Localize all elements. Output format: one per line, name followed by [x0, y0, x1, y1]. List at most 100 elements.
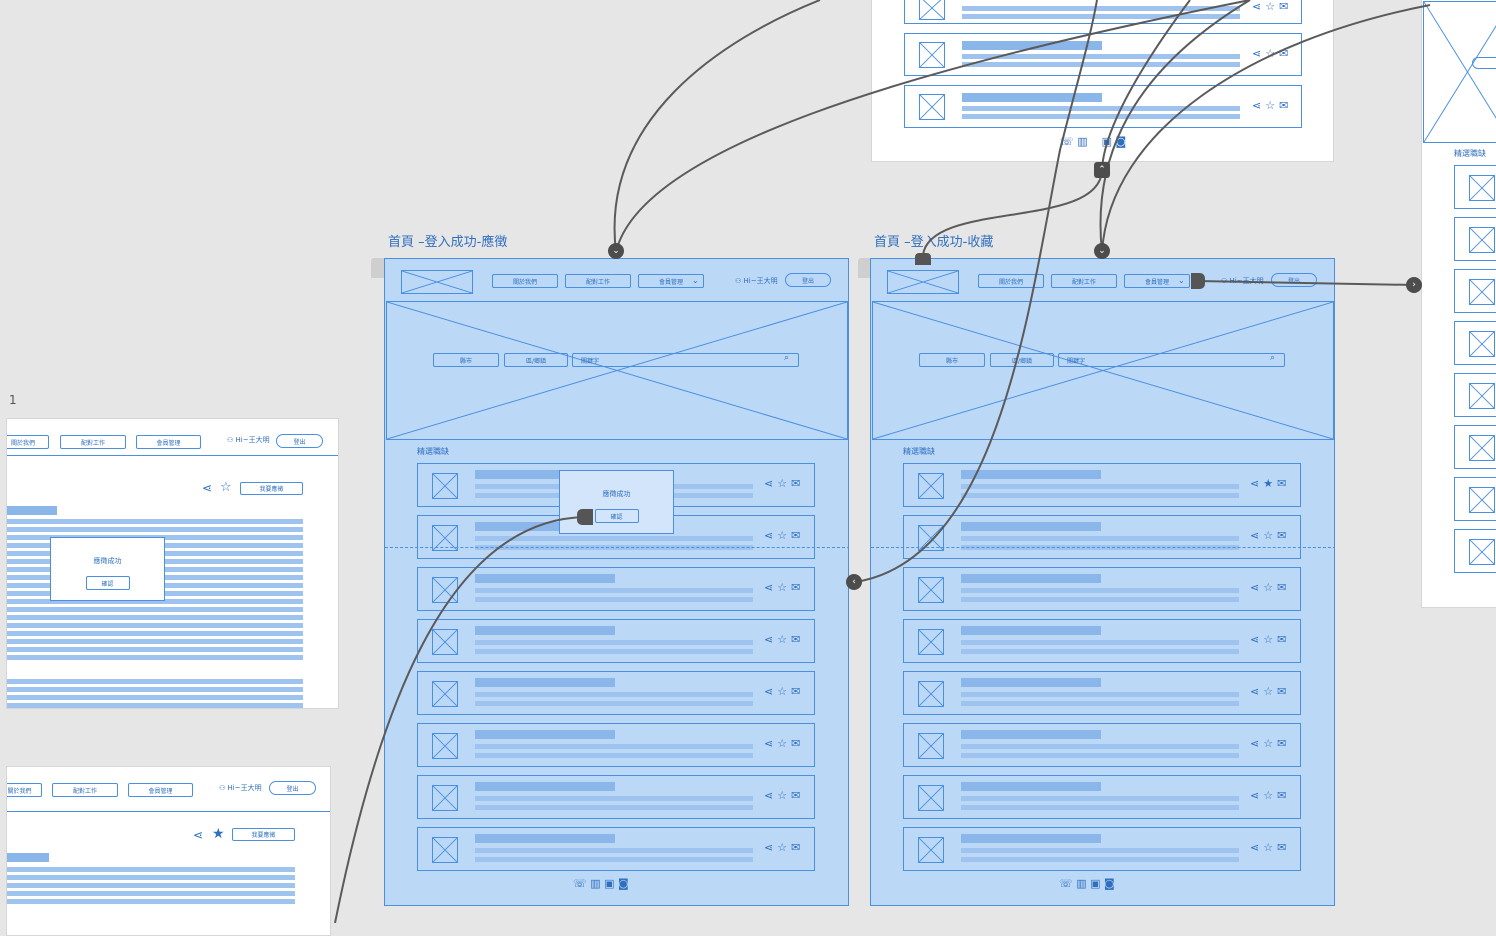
search-icon[interactable]: ⌕: [784, 353, 789, 363]
nav-about[interactable]: 關於我們: [7, 783, 42, 797]
star-icon[interactable]: ☆: [1263, 737, 1273, 750]
connector-handle[interactable]: ⌃: [1094, 162, 1110, 178]
share-icon[interactable]: ⋖: [764, 789, 773, 802]
card-actions[interactable]: ⋖ ☆ ✉: [1250, 529, 1286, 542]
star-icon[interactable]: ☆: [220, 480, 232, 495]
mail-icon[interactable]: ✉: [791, 633, 800, 646]
logout-button[interactable]: 登出: [1271, 273, 1317, 287]
keyword-input[interactable]: 關鍵字: [1058, 353, 1285, 367]
connector-handle[interactable]: ⌄: [1094, 243, 1110, 259]
nav-about[interactable]: 關於我們: [7, 435, 49, 449]
job-card[interactable]: [1454, 217, 1496, 261]
share-icon[interactable]: ⋖: [764, 633, 773, 646]
logout-button[interactable]: 登出: [276, 434, 323, 448]
share-icon[interactable]: ⋖: [764, 841, 773, 854]
confirm-button[interactable]: 確認: [85, 576, 130, 590]
frame-top-partial[interactable]: ⋖ ☆ ✉ ⋖ ☆ ✉ ⋖ ☆ ✉ ☏ ▥ ▣ ◙: [871, 0, 1334, 162]
job-card[interactable]: ⋖ ☆ ✉: [417, 827, 815, 871]
connector-handle[interactable]: ‹: [846, 574, 862, 590]
job-card[interactable]: ⋖ ★ ✉: [903, 463, 1301, 507]
mail-icon[interactable]: ✉: [1279, 0, 1288, 13]
frame-right-partial[interactable]: 精選職缺: [1421, 0, 1496, 608]
star-icon[interactable]: ☆: [777, 789, 787, 802]
mail-icon[interactable]: ✉: [1277, 789, 1286, 802]
card-actions[interactable]: ⋖ ☆ ✉: [764, 633, 800, 646]
mail-icon[interactable]: ✉: [791, 841, 800, 854]
frame-left-top[interactable]: 關於我們 配對工作 會員管理 ⚇ Hi~王大明 登出 ⋖ ☆ 我要應徵 應徵成功…: [6, 418, 339, 709]
mail-icon[interactable]: ✉: [791, 581, 800, 594]
job-card[interactable]: [1454, 321, 1496, 365]
nav-member[interactable]: 會員管理: [128, 783, 193, 797]
star-icon[interactable]: ☆: [777, 685, 787, 698]
star-filled-icon[interactable]: ★: [1263, 477, 1273, 490]
nav-match[interactable]: 配對工作: [60, 435, 126, 449]
nav-match[interactable]: 配對工作: [1051, 274, 1117, 288]
share-icon[interactable]: ⋖: [1250, 529, 1259, 542]
card-actions[interactable]: ⋖ ☆ ✉: [1252, 47, 1288, 60]
star-filled-icon[interactable]: ★: [212, 826, 225, 842]
star-icon[interactable]: ☆: [1263, 841, 1273, 854]
job-card[interactable]: ⋖ ☆ ✉: [417, 775, 815, 819]
card-actions[interactable]: ⋖ ★ ✉: [1250, 477, 1286, 490]
share-icon[interactable]: ⋖: [1252, 47, 1261, 60]
share-icon[interactable]: ⋖: [1250, 633, 1259, 646]
mail-icon[interactable]: ✉: [1277, 529, 1286, 542]
star-icon[interactable]: ☆: [1265, 99, 1275, 112]
job-card[interactable]: [1454, 477, 1496, 521]
job-card[interactable]: [1454, 425, 1496, 469]
city-select[interactable]: 縣市: [433, 353, 499, 367]
card-actions[interactable]: ⋖ ☆ ✉: [1250, 841, 1286, 854]
mail-icon[interactable]: ✉: [1277, 841, 1286, 854]
card-actions[interactable]: ⋖ ☆ ✉: [764, 581, 800, 594]
share-icon[interactable]: ⋖: [764, 477, 773, 490]
star-icon[interactable]: ☆: [777, 841, 787, 854]
share-icon[interactable]: ⋖: [1250, 685, 1259, 698]
connector-handle[interactable]: ›: [1406, 277, 1422, 293]
star-icon[interactable]: ☆: [1263, 581, 1273, 594]
share-icon[interactable]: ⋖: [764, 529, 773, 542]
share-icon[interactable]: ⋖: [1250, 477, 1259, 490]
keyword-input[interactable]: 關鍵字: [572, 353, 799, 367]
card-actions[interactable]: ⋖ ☆ ✉: [764, 789, 800, 802]
job-card[interactable]: ⋖ ☆ ✉: [903, 827, 1301, 871]
star-icon[interactable]: ☆: [1263, 685, 1273, 698]
job-card[interactable]: [1454, 269, 1496, 313]
star-icon[interactable]: ☆: [1263, 529, 1273, 542]
star-icon[interactable]: ☆: [1263, 633, 1273, 646]
district-select[interactable]: 區/鄉鎮: [504, 353, 568, 367]
share-icon[interactable]: ⋖: [764, 737, 773, 750]
card-actions[interactable]: ⋖ ☆ ✉: [764, 529, 800, 542]
star-icon[interactable]: ☆: [777, 529, 787, 542]
star-icon[interactable]: ☆: [777, 477, 787, 490]
mail-icon[interactable]: ✉: [1277, 737, 1286, 750]
share-icon[interactable]: ⋖: [764, 685, 773, 698]
job-card[interactable]: ⋖ ☆ ✉: [417, 671, 815, 715]
confirm-button[interactable]: 確認: [594, 509, 639, 523]
job-card[interactable]: [1454, 373, 1496, 417]
share-icon[interactable]: ⋖: [1252, 0, 1261, 13]
share-icon[interactable]: ⋖: [1252, 99, 1261, 112]
mail-icon[interactable]: ✉: [1277, 477, 1286, 490]
job-card[interactable]: ⋖ ☆ ✉: [903, 775, 1301, 819]
connector-plug[interactable]: [1191, 273, 1205, 289]
card-actions[interactable]: ⋖ ☆ ✉: [764, 841, 800, 854]
job-card[interactable]: [1454, 165, 1496, 209]
share-icon[interactable]: ⋖: [202, 481, 212, 495]
job-card[interactable]: [1454, 529, 1496, 573]
job-card[interactable]: ⋖ ☆ ✉: [417, 567, 815, 611]
mail-icon[interactable]: ✉: [791, 477, 800, 490]
job-card[interactable]: ⋖ ☆ ✉: [903, 671, 1301, 715]
share-icon[interactable]: ⋖: [1250, 789, 1259, 802]
nav-match[interactable]: 配對工作: [565, 274, 631, 288]
share-icon[interactable]: ⋖: [1250, 737, 1259, 750]
job-card[interactable]: ⋖ ☆ ✉: [903, 723, 1301, 767]
mail-icon[interactable]: ✉: [1277, 633, 1286, 646]
logout-button[interactable]: 登出: [269, 781, 316, 795]
job-card[interactable]: ⋖ ☆ ✉: [417, 723, 815, 767]
chevron-down-icon[interactable]: ⌄: [692, 276, 699, 285]
district-select[interactable]: 區/鄉鎮: [990, 353, 1054, 367]
connector-plug[interactable]: [577, 509, 593, 525]
job-card[interactable]: ⋖ ☆ ✉: [904, 33, 1302, 76]
job-card[interactable]: ⋖ ☆ ✉: [903, 567, 1301, 611]
apply-button[interactable]: 我要應徵: [232, 828, 295, 841]
